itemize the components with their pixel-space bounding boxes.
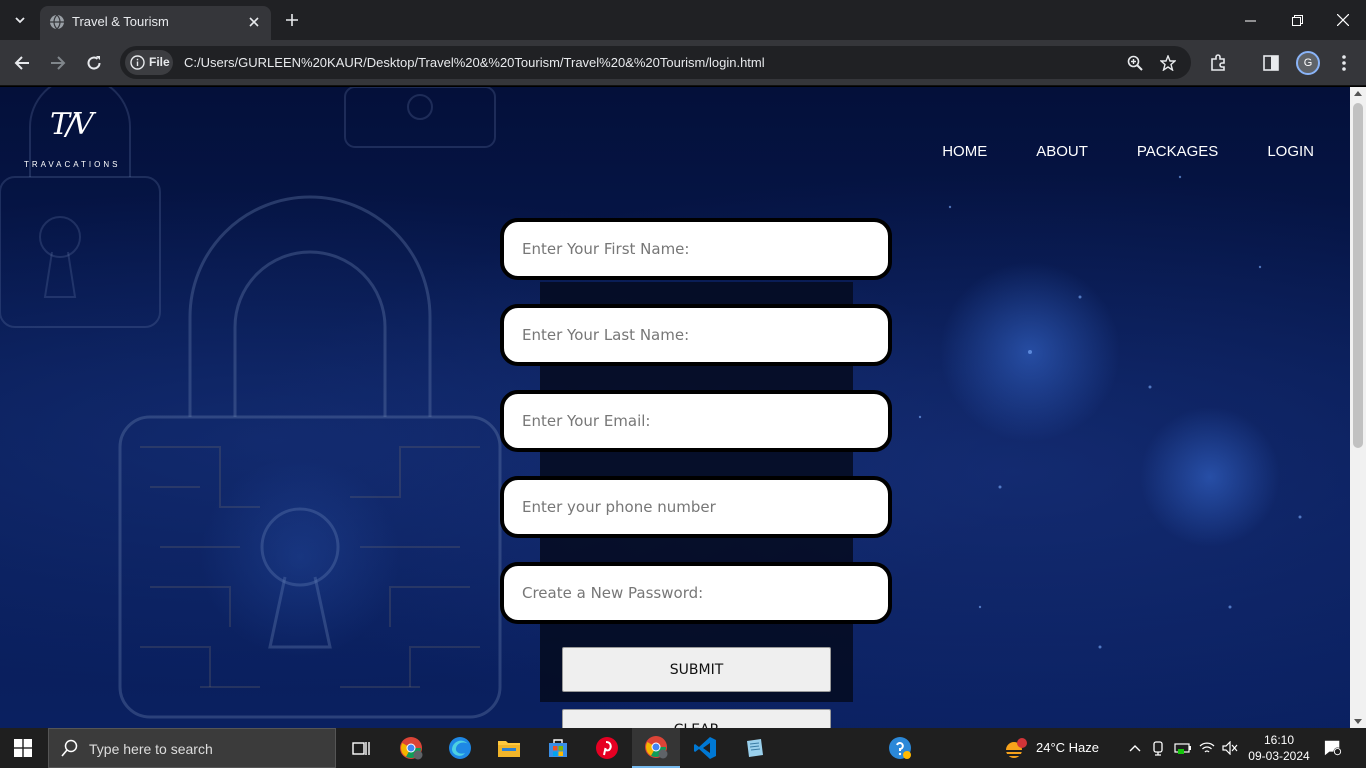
help-icon[interactable] — [876, 728, 924, 768]
meet-now-icon[interactable] — [1150, 739, 1168, 757]
clock-date: 09-03-2024 — [1248, 749, 1310, 763]
bookmark-star-icon[interactable] — [1159, 54, 1177, 72]
profile-avatar[interactable]: G — [1296, 51, 1320, 75]
password-field — [500, 562, 892, 624]
nav-about[interactable]: ABOUT — [1036, 143, 1088, 160]
browser-tab[interactable]: Travel & Tourism — [40, 6, 271, 40]
battery-icon[interactable] — [1174, 739, 1192, 757]
notepad-app-icon[interactable] — [730, 728, 778, 768]
password-input[interactable] — [504, 566, 888, 620]
first-name-input[interactable] — [504, 222, 888, 276]
phone-field — [500, 476, 892, 538]
zoom-icon[interactable] — [1126, 54, 1144, 72]
scroll-thumb[interactable] — [1353, 103, 1363, 448]
chrome-profile-g-icon[interactable] — [387, 728, 435, 768]
edge-icon[interactable] — [436, 728, 484, 768]
logo-mark: T/V — [50, 107, 94, 142]
vscode-icon[interactable] — [681, 728, 729, 768]
search-icon — [61, 739, 79, 757]
weather-sun-icon[interactable] — [1004, 738, 1028, 758]
tab-search-chevron-icon[interactable] — [8, 8, 32, 32]
taskbar-clock[interactable]: 16:10 09-03-2024 — [1244, 732, 1314, 764]
page-viewport: T/V TRAVACATIONS HOME ABOUT PACKAGES LOG… — [0, 87, 1350, 728]
show-hidden-icons-chevron[interactable] — [1126, 739, 1144, 757]
wifi-icon[interactable] — [1198, 739, 1216, 757]
clock-time: 16:10 — [1263, 733, 1295, 747]
menu-kebab-icon[interactable] — [1333, 52, 1355, 74]
page-scrollbar[interactable] — [1350, 87, 1366, 728]
task-view-icon[interactable] — [337, 728, 385, 768]
minimize-icon[interactable] — [1240, 10, 1260, 30]
back-arrow-icon[interactable] — [10, 51, 34, 75]
email-field — [500, 390, 892, 452]
clear-button[interactable]: CLEAR — [562, 709, 831, 728]
tab-title: Travel & Tourism — [72, 14, 169, 29]
windows-taskbar: Type here to search 24°C Haze 16:10 09-0… — [0, 728, 1366, 768]
main-nav: HOME ABOUT PACKAGES LOGIN — [893, 143, 1314, 160]
nav-login[interactable]: LOGIN — [1267, 143, 1314, 160]
restore-icon[interactable] — [1287, 10, 1307, 30]
email-input[interactable] — [504, 394, 888, 448]
logo-text: TRAVACATIONS — [24, 160, 121, 169]
notifications-icon[interactable] — [1324, 739, 1342, 757]
volume-muted-icon[interactable] — [1221, 739, 1239, 757]
globe-icon — [49, 14, 65, 30]
file-explorer-icon[interactable] — [485, 728, 533, 768]
url-text[interactable]: C:/Users/GURLEEN%20KAUR/Desktop/Travel%2… — [184, 55, 765, 70]
taskbar-search-box[interactable]: Type here to search — [48, 728, 336, 768]
weather-text[interactable]: 24°C Haze — [1036, 740, 1099, 755]
side-panel-icon[interactable] — [1260, 52, 1282, 74]
nav-packages[interactable]: PACKAGES — [1137, 143, 1218, 160]
browser-tab-bar: Travel & Tourism — [0, 0, 1366, 40]
close-tab-icon[interactable] — [245, 13, 263, 31]
site-logo[interactable]: T/V TRAVACATIONS — [24, 107, 117, 171]
microsoft-store-icon[interactable] — [534, 728, 582, 768]
address-bar[interactable]: File C:/Users/GURLEEN%20KAUR/Desktop/Tra… — [120, 46, 1191, 79]
last-name-field — [500, 304, 892, 366]
close-window-icon[interactable] — [1333, 10, 1353, 30]
phone-input[interactable] — [504, 480, 888, 534]
submit-button[interactable]: SUBMIT — [562, 647, 831, 692]
new-tab-plus-icon[interactable] — [282, 10, 302, 30]
search-placeholder: Type here to search — [89, 741, 213, 757]
first-name-field — [500, 218, 892, 280]
scroll-down-arrow-icon[interactable] — [1354, 719, 1362, 724]
scroll-up-arrow-icon[interactable] — [1354, 91, 1362, 96]
nav-home[interactable]: HOME — [942, 143, 987, 160]
last-name-input[interactable] — [504, 308, 888, 362]
info-icon — [130, 55, 145, 70]
forward-arrow-icon[interactable] — [46, 51, 70, 75]
windows-start-icon[interactable] — [14, 739, 32, 757]
extensions-puzzle-icon[interactable] — [1207, 52, 1229, 74]
site-info-chip[interactable]: File — [125, 50, 173, 75]
site-chip-label: File — [149, 55, 170, 69]
pinterest-icon[interactable] — [583, 728, 631, 768]
chrome-active-icon[interactable] — [632, 728, 680, 768]
browser-toolbar: File C:/Users/GURLEEN%20KAUR/Desktop/Tra… — [0, 40, 1366, 86]
reload-icon[interactable] — [82, 51, 106, 75]
